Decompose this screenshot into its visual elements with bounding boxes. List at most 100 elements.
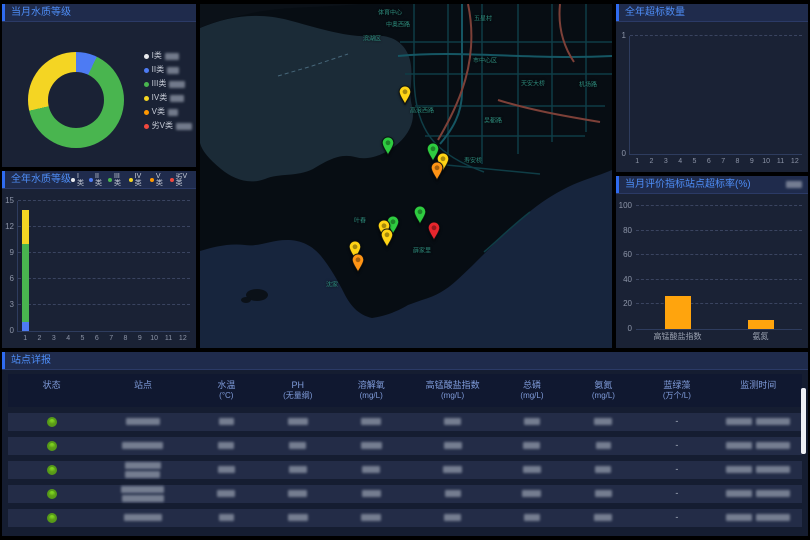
map-station-pin-11[interactable]	[351, 253, 365, 273]
bar-氨氮	[748, 320, 774, 329]
map-station-pin-4[interactable]	[430, 161, 444, 181]
metric-value-redacted	[219, 418, 234, 425]
legend-label: II类	[152, 66, 164, 74]
column-unit: (mg/L)	[568, 391, 639, 402]
time-cell	[715, 514, 802, 521]
month-quality-legend: I类 II类 III类 IV类 V类劣V类	[144, 52, 192, 130]
metric-value-redacted	[288, 418, 308, 425]
metric-cell	[191, 466, 262, 473]
time-clock-redacted	[756, 466, 790, 473]
legend-item-I类[interactable]: I类	[71, 173, 84, 187]
metric-cell	[191, 418, 262, 425]
gridline-y-20	[636, 303, 802, 304]
y-axis-tick-1: 1	[622, 32, 626, 40]
station-table: 状态站点水温(°C)PH(无量纲)溶解氧(mg/L)高锰酸盐指数(mg/L)总磷…	[2, 370, 808, 536]
legend-dot	[144, 110, 149, 115]
legend-item-V类[interactable]: V类	[150, 173, 165, 187]
algae-cell: -	[639, 441, 714, 450]
metric-value-redacted	[219, 514, 234, 521]
metric-value-redacted	[523, 466, 541, 473]
metric-cell	[409, 514, 496, 521]
metric-cell	[496, 442, 567, 449]
gridline-y-3	[18, 304, 190, 305]
map-station-pin-5[interactable]	[413, 205, 427, 225]
legend-dot	[144, 124, 149, 129]
table-row[interactable]: -	[8, 413, 802, 431]
algae-value: -	[675, 489, 678, 498]
column-unit: (°C)	[191, 391, 262, 402]
time-clock-redacted	[756, 442, 790, 449]
metric-value-redacted	[594, 514, 612, 521]
map[interactable]: 体育中心中奥西路滨湖区五星村市中心区天安大桥机场路高浪西路吴都路寿安桥叶春薛家里…	[200, 4, 612, 348]
legend-item-II类[interactable]: II类	[144, 66, 192, 74]
legend-item-IV类[interactable]: IV类	[144, 94, 192, 102]
gridline-y-12	[18, 226, 190, 227]
legend-value-redacted	[165, 53, 179, 60]
header-accent-bar	[616, 176, 619, 193]
legend-label: 劣V类	[176, 173, 190, 187]
map-label-薛家里: 薛家里	[413, 246, 431, 255]
metric-value-redacted	[524, 514, 540, 521]
x-axis-tick-氨氮: 氨氮	[753, 333, 769, 341]
metric-cell	[191, 490, 262, 497]
map-station-pin-9[interactable]	[427, 221, 441, 241]
map-station-pin-8[interactable]	[380, 228, 394, 248]
legend-item-IV类[interactable]: IV类	[129, 173, 145, 187]
x-axis-tick-6: 6	[707, 158, 711, 165]
algae-value: -	[675, 465, 678, 474]
column-header-高锰酸盐指数: 高锰酸盐指数(mg/L)	[409, 379, 496, 402]
table-row[interactable]: -	[8, 461, 802, 479]
x-axis-tick-10: 10	[762, 158, 770, 165]
x-axis-tick-10: 10	[150, 335, 158, 342]
month_rate-plot-area: 020406080100高锰酸盐指数氨氮	[636, 206, 802, 330]
y-axis-tick-12: 12	[5, 223, 14, 231]
panel-station-table-header: 站点详报	[2, 352, 808, 370]
table-row[interactable]: -	[8, 437, 802, 455]
table-row[interactable]: -	[8, 509, 802, 527]
time-date-redacted	[726, 418, 752, 425]
column-header-PH: PH(无量纲)	[262, 379, 333, 402]
station-cell	[95, 418, 190, 425]
x-axis-tick-12: 12	[179, 335, 187, 342]
x-axis-tick-9: 9	[138, 335, 142, 342]
annual_exceed-plot-area: 01123456789101112	[629, 36, 802, 155]
bar-1-II类	[22, 322, 29, 331]
legend-item-I类[interactable]: I类	[144, 52, 192, 60]
panel-title-annual-exceed: 全年超标数量	[625, 8, 685, 18]
map-label-市中心区: 市中心区	[473, 56, 497, 65]
gridline-y-15	[18, 200, 190, 201]
x-axis-tick-8: 8	[124, 335, 128, 342]
metric-value-redacted	[443, 466, 462, 473]
legend-dot	[150, 178, 154, 182]
metric-cell	[496, 418, 567, 425]
map-station-pin-0[interactable]	[398, 85, 412, 105]
header-accent-bar	[2, 171, 5, 188]
table-row[interactable]: -	[8, 485, 802, 503]
time-date-redacted	[726, 514, 752, 521]
legend-item-V类[interactable]: V类	[144, 108, 192, 116]
column-header-总磷: 总磷(mg/L)	[496, 379, 567, 402]
table-scrollbar-thumb[interactable]	[801, 388, 806, 454]
legend-item-II类[interactable]: II类	[89, 173, 103, 187]
panel-title-station-table: 站点详报	[11, 356, 51, 366]
legend-item-劣V类[interactable]: 劣V类	[144, 122, 192, 130]
legend-item-劣V类[interactable]: 劣V类	[170, 173, 190, 187]
legend-item-III类[interactable]: III类	[144, 80, 192, 88]
algae-cell: -	[639, 465, 714, 474]
metric-cell	[334, 466, 409, 473]
metric-cell	[334, 418, 409, 425]
panel-title-month-rate: 当月评价指标站点超标率(%)	[625, 180, 751, 190]
map-station-pin-1[interactable]	[381, 136, 395, 156]
algae-value: -	[675, 441, 678, 450]
metric-cell	[334, 490, 409, 497]
metric-cell	[496, 490, 567, 497]
header-corner-redacted-label[interactable]	[786, 181, 802, 188]
column-header-氨氮: 氨氮(mg/L)	[568, 379, 639, 402]
time-date-redacted	[726, 490, 752, 497]
map-label-高浪西路: 高浪西路	[410, 106, 434, 115]
column-unit: (mg/L)	[334, 391, 409, 402]
metric-value-redacted	[361, 418, 381, 425]
month-quality-donut-chart	[28, 52, 124, 148]
legend-item-III类[interactable]: III类	[108, 173, 124, 187]
column-label: 站点	[134, 380, 152, 390]
